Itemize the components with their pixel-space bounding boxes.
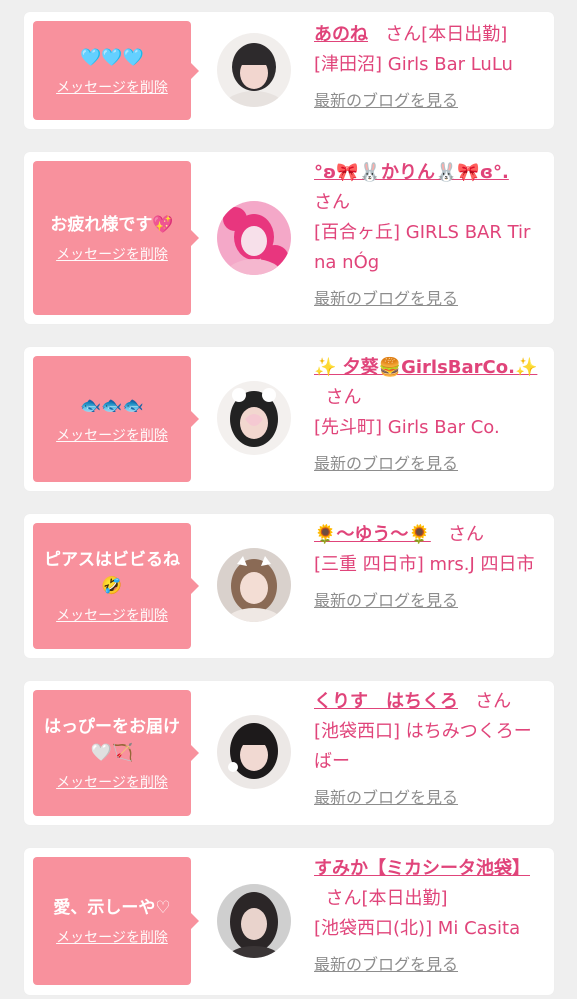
shop-name: [先斗町] Girls Bar Co. [314, 417, 500, 438]
cast-name-link[interactable]: すみか【ミカシータ池袋】 [314, 858, 530, 879]
delete-message-link[interactable]: メッセージを削除 [56, 927, 168, 947]
avatar-image [217, 548, 291, 622]
message-text: お疲れ様です💖 [50, 215, 174, 235]
message-bubble: お疲れ様です💖 メッセージを削除 [33, 161, 199, 315]
delete-message-link[interactable]: メッセージを削除 [56, 244, 168, 264]
cast-name-link[interactable]: °ʚ🎀🐰かりん🐰🎀ɞ°. [314, 162, 509, 183]
shop-name: [百合ヶ丘] GIRLS BAR Tir na nÓg [314, 222, 531, 273]
cast-info: 🌻〜ゆう〜🌻 さん [三重 四日市] mrs.J 四日市 最新のブログを見る [314, 520, 539, 616]
message-text: ピアスはビビるね🤣 [44, 550, 180, 596]
message-list: 🩵🩵🩵 メッセージを削除 あのね さん[本日出勤] [津田沼] Girls Ba… [0, 0, 577, 999]
cast-suffix: さん [314, 192, 350, 213]
delete-message-link[interactable]: メッセージを削除 [56, 77, 168, 97]
shop-name: [三重 四日市] mrs.J 四日市 [314, 554, 535, 575]
message-bubble: 🩵🩵🩵 メッセージを削除 [33, 21, 199, 120]
message-text: 🩵🩵🩵 [80, 47, 144, 68]
message-card: 🩵🩵🩵 メッセージを削除 あのね さん[本日出勤] [津田沼] Girls Ba… [24, 12, 554, 129]
cast-suffix: さん [448, 524, 484, 545]
message-text: はっぴーをお届け🤍🏹 [44, 717, 180, 763]
cast-info: くりす はちくろ さん [池袋西口] はちみつくろーばー 最新のブログを見る [314, 687, 539, 813]
avatar-image [217, 381, 291, 455]
avatar[interactable] [217, 548, 291, 622]
cast-name-link[interactable]: 🌻〜ゆう〜🌻 [314, 524, 431, 545]
cast-suffix: さん [325, 387, 362, 408]
message-bubble: ピアスはビビるね🤣 メッセージを削除 [33, 523, 199, 649]
latest-blog-link[interactable]: 最新のブログを見る [314, 86, 539, 116]
delete-message-link[interactable]: メッセージを削除 [56, 425, 168, 445]
avatar-image [217, 201, 291, 275]
cast-info: ✨ 夕葵🍔GirlsBarCo.✨ さん [先斗町] Girls Bar Co.… [314, 353, 539, 479]
cast-info: °ʚ🎀🐰かりん🐰🎀ɞ°. さん [百合ヶ丘] GIRLS BAR Tir na … [314, 158, 539, 314]
cast-name-link[interactable]: あのね [314, 24, 368, 45]
cast-name-link[interactable]: ✨ 夕葵🍔GirlsBarCo.✨ [314, 357, 537, 378]
cast-info: すみか【ミカシータ池袋】 さん[本日出勤] [池袋西口(北)] Mi Casit… [314, 854, 539, 980]
shop-name: [津田沼] Girls Bar LuLu [314, 54, 513, 75]
latest-blog-link[interactable]: 最新のブログを見る [314, 449, 539, 479]
cast-suffix: さん[本日出勤] [325, 888, 448, 909]
message-bubble: 🐟🐟🐟 メッセージを削除 [33, 356, 199, 482]
cast-info: あのね さん[本日出勤] [津田沼] Girls Bar LuLu 最新のブログ… [314, 20, 539, 116]
delete-message-link[interactable]: メッセージを削除 [56, 772, 168, 792]
message-card: 🐟🐟🐟 メッセージを削除 ✨ 夕葵🍔GirlsBarCo.✨ さん [先斗町] … [24, 347, 554, 491]
avatar[interactable] [217, 381, 291, 455]
message-card: はっぴーをお届け🤍🏹 メッセージを削除 くりす はちくろ さん [池袋西口] は… [24, 681, 554, 825]
delete-message-link[interactable]: メッセージを削除 [56, 605, 168, 625]
latest-blog-link[interactable]: 最新のブログを見る [314, 783, 539, 813]
cast-suffix: さん [475, 691, 512, 712]
message-bubble: 愛、示しーや♡ メッセージを削除 [33, 857, 199, 985]
shop-name: [池袋西口(北)] Mi Casita [314, 918, 521, 939]
avatar[interactable] [217, 884, 291, 958]
latest-blog-link[interactable]: 最新のブログを見る [314, 586, 539, 616]
message-text: 🐟🐟🐟 [80, 396, 144, 416]
message-card: ピアスはビビるね🤣 メッセージを削除 🌻〜ゆう〜🌻 さん [三重 四日市] mr… [24, 514, 554, 658]
message-card: お疲れ様です💖 メッセージを削除 °ʚ🎀🐰かりん🐰🎀ɞ°. さん [百合ヶ丘] … [24, 152, 554, 324]
avatar-image [217, 884, 291, 958]
avatar[interactable] [217, 33, 291, 107]
message-text: 愛、示しーや♡ [53, 898, 171, 918]
avatar-image [217, 33, 291, 107]
avatar-image [217, 715, 291, 789]
cast-suffix: さん[本日出勤] [385, 24, 508, 45]
avatar[interactable] [217, 201, 291, 275]
message-bubble: はっぴーをお届け🤍🏹 メッセージを削除 [33, 690, 199, 816]
cast-name-link[interactable]: くりす はちくろ [314, 691, 458, 712]
avatar[interactable] [217, 715, 291, 789]
message-card: 愛、示しーや♡ メッセージを削除 すみか【ミカシータ池袋】 さん[本日出勤] [… [24, 848, 554, 995]
latest-blog-link[interactable]: 最新のブログを見る [314, 284, 539, 314]
latest-blog-link[interactable]: 最新のブログを見る [314, 950, 539, 980]
shop-name: [池袋西口] はちみつくろーばー [314, 721, 532, 772]
